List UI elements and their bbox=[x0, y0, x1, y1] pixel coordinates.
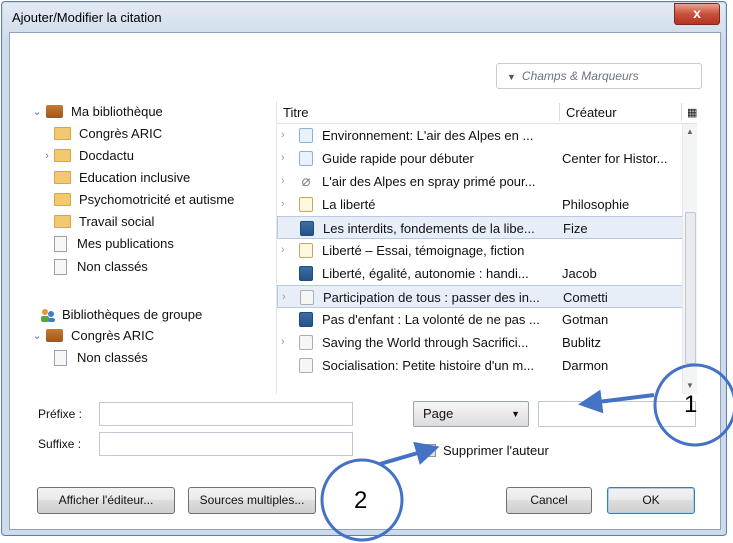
callout-number-2: 2 bbox=[354, 487, 368, 514]
callout-number-1: 1 bbox=[684, 391, 698, 418]
callout-arrow-2 bbox=[379, 441, 440, 466]
callout-arrow-1 bbox=[578, 389, 655, 414]
annotation-overlay bbox=[320, 363, 733, 542]
